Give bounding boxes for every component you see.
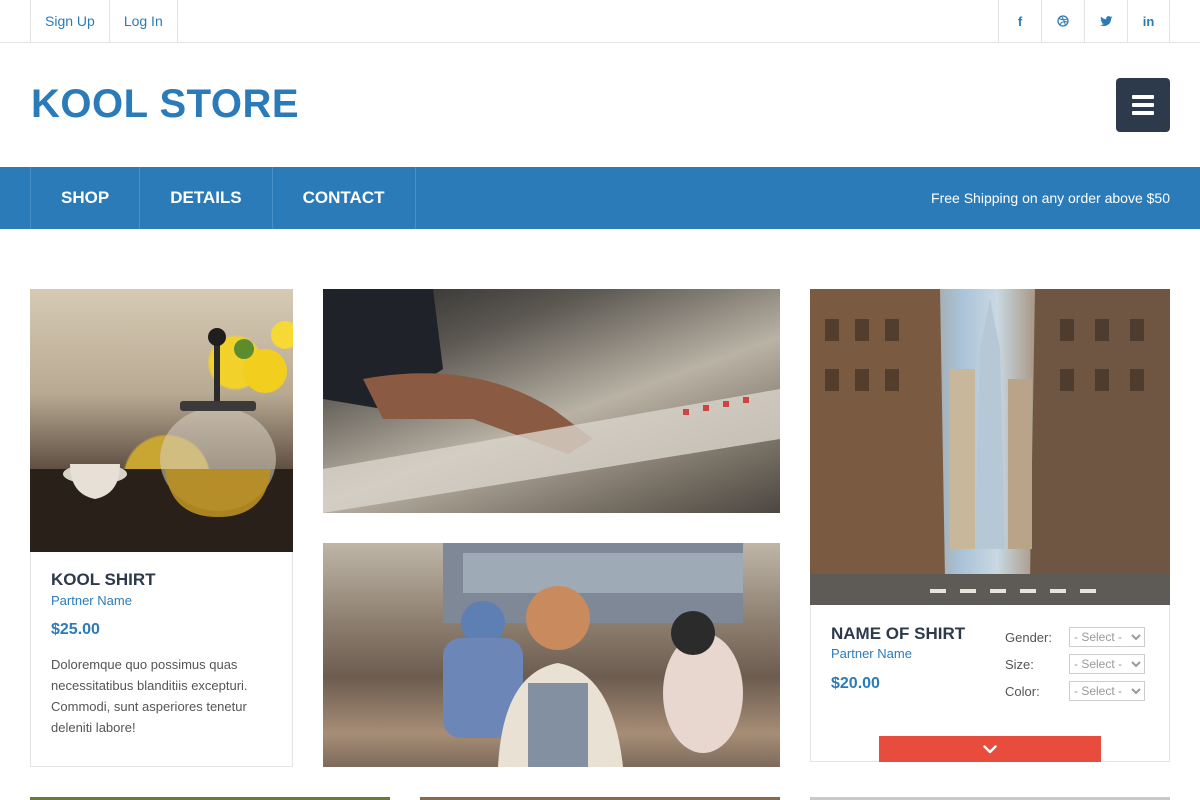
product-title[interactable]: KOOL SHIRT: [51, 570, 156, 590]
login-link[interactable]: Log In: [108, 0, 178, 42]
top-bar: Sign Up Log In f in: [0, 0, 1200, 43]
auth-links: Sign Up Log In: [30, 0, 178, 42]
size-label: Size:: [1005, 656, 1034, 672]
facebook-icon[interactable]: f: [998, 0, 1041, 42]
social-links: f in: [998, 0, 1170, 42]
color-label: Color:: [1005, 683, 1040, 699]
product-price: $25.00: [51, 621, 100, 638]
photo-busy-street[interactable]: [323, 543, 780, 767]
product-photo-city[interactable]: [810, 289, 1170, 605]
dribbble-icon[interactable]: [1041, 0, 1084, 42]
nav-item-contact[interactable]: CONTACT: [271, 167, 416, 229]
signup-link[interactable]: Sign Up: [30, 0, 109, 42]
hamburger-icon-bar: [1132, 111, 1154, 115]
nav-item-shop[interactable]: SHOP: [30, 167, 139, 229]
hamburger-menu-button[interactable]: [1116, 78, 1170, 132]
partner-name[interactable]: Partner Name: [51, 593, 132, 608]
store-logo[interactable]: KOOL STORE: [31, 80, 299, 128]
hamburger-icon-bar: [1132, 103, 1154, 107]
color-select[interactable]: - Select -: [1069, 681, 1145, 701]
size-select[interactable]: - Select -: [1069, 654, 1145, 674]
gender-label: Gender:: [1005, 629, 1052, 645]
product-price: $20.00: [831, 675, 880, 692]
twitter-icon[interactable]: [1084, 0, 1127, 42]
gender-option: Gender: - Select -: [1005, 627, 1145, 647]
hamburger-icon-bar: [1132, 95, 1154, 99]
product-card[interactable]: KOOL SHIRT Partner Name $25.00 Doloremqu…: [30, 289, 293, 767]
product-description: Doloremque quo possimus quas necessitati…: [51, 657, 248, 735]
nav-item-details[interactable]: DETAILS: [139, 167, 271, 229]
size-option: Size: - Select -: [1005, 654, 1145, 674]
nav-items: SHOP DETAILS CONTACT: [30, 167, 416, 229]
shipping-notice: Free Shipping on any order above $50: [931, 190, 1170, 206]
chevron-down-icon: [983, 744, 997, 753]
main-nav: SHOP DETAILS CONTACT Free Shipping on an…: [0, 167, 1200, 229]
photo-mixing-console[interactable]: [323, 289, 780, 513]
gender-select[interactable]: - Select -: [1069, 627, 1145, 647]
product-photo-teapot[interactable]: [30, 289, 293, 552]
product-card[interactable]: NAME OF SHIRT Partner Name $20.00 Gender…: [810, 289, 1170, 762]
product-title[interactable]: NAME OF SHIRT: [831, 624, 965, 644]
partner-name[interactable]: Partner Name: [831, 646, 912, 661]
color-option: Color: - Select -: [1005, 681, 1145, 701]
linkedin-icon[interactable]: in: [1127, 0, 1170, 42]
expand-details-button[interactable]: [879, 736, 1101, 762]
